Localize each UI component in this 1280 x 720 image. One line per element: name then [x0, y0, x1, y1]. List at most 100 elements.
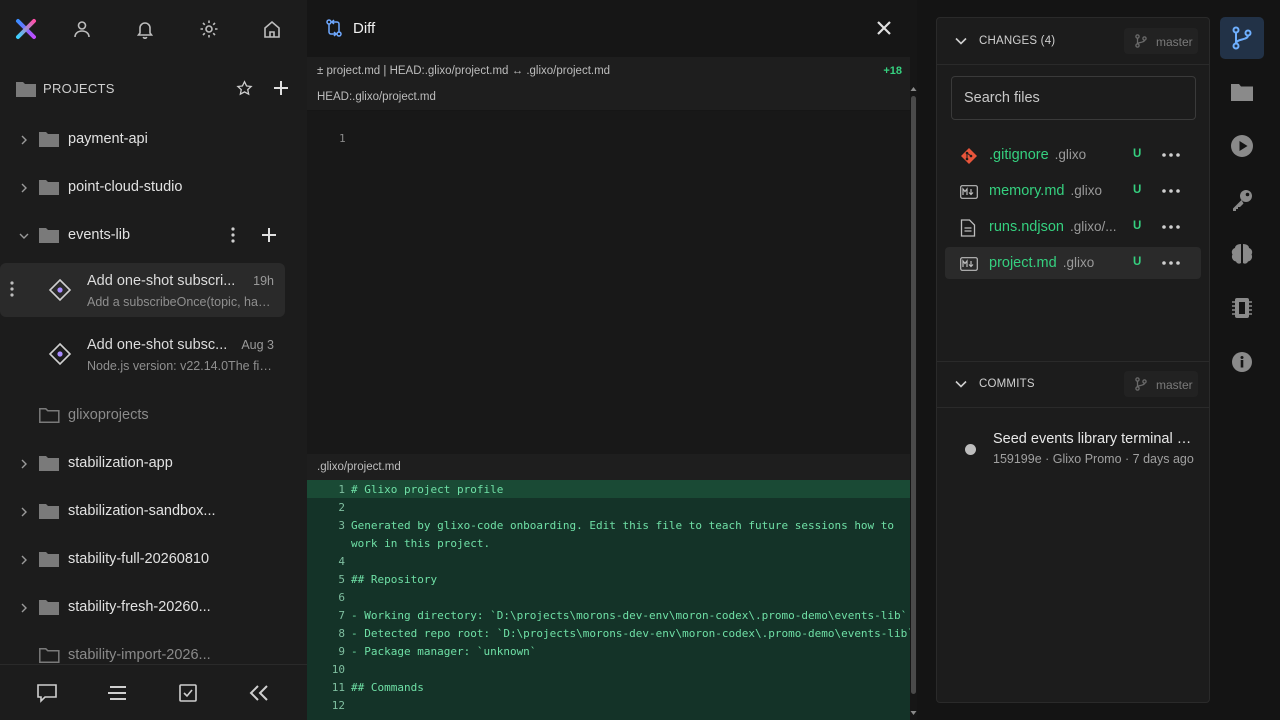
scroll-up-icon[interactable] — [910, 86, 917, 92]
user-icon[interactable] — [69, 16, 95, 42]
chip-icon — [1232, 298, 1252, 318]
kebab-menu-icon[interactable] — [9, 281, 15, 297]
branch-button[interactable]: master — [1124, 371, 1198, 397]
divider — [937, 64, 1209, 65]
memory-button[interactable] — [1220, 233, 1264, 275]
diff-line: 1 # Glixo project profile — [307, 480, 910, 498]
branch-button[interactable]: master — [1124, 28, 1198, 54]
project-name: glixoprojects — [68, 407, 149, 423]
project-row[interactable]: stability-full-20260810 — [0, 540, 307, 580]
chevron-right-icon[interactable] — [18, 458, 30, 470]
bell-icon[interactable] — [132, 16, 158, 42]
more-icon[interactable] — [1162, 153, 1180, 157]
left-sidebar: PROJECTS payment-api point-cloud-studio … — [0, 0, 307, 720]
line-text: # Glixo project profile — [351, 483, 504, 496]
changed-file-row[interactable]: runs.ndjson .glixo/... U — [945, 211, 1201, 243]
changed-file-row[interactable]: .gitignore .glixo U — [945, 139, 1201, 171]
add-project-icon[interactable] — [273, 80, 289, 96]
cpu-button[interactable] — [1220, 287, 1264, 329]
collapse-icon[interactable] — [247, 681, 271, 705]
session-item[interactable]: Add one-shot subsc... Aug 3 Node.js vers… — [0, 327, 285, 381]
folder-icon — [39, 132, 59, 147]
gear-icon[interactable] — [196, 16, 222, 42]
commit-meta: 159199e · Glixo Promo · 7 days ago — [993, 452, 1194, 466]
files-button[interactable] — [1220, 71, 1264, 113]
play-icon — [1231, 135, 1253, 157]
diff-panel: Diff ± project.md | HEAD:.glixo/project.… — [307, 0, 917, 720]
folder-icon — [39, 552, 59, 567]
app-logo[interactable] — [13, 16, 39, 42]
diff-path: ± project.md | HEAD:.glixo/project.md ↔ … — [317, 65, 611, 77]
chevron-down-icon[interactable] — [18, 230, 30, 242]
session-title: Add one-shot subsc... — [87, 337, 228, 353]
file-icon — [960, 219, 976, 237]
line-text: - Working directory: `D:\projects\morons… — [351, 609, 908, 622]
diff-line: 6 — [307, 588, 910, 606]
list-icon[interactable] — [105, 681, 129, 705]
scroll-down-icon[interactable] — [910, 710, 917, 716]
chat-icon[interactable] — [35, 681, 59, 705]
changed-file-row[interactable]: project.md .glixo U — [945, 247, 1201, 279]
keys-button[interactable] — [1220, 179, 1264, 221]
close-icon[interactable] — [875, 19, 893, 37]
diff-line: 8 - Detected repo root: `D:\projects\moro… — [307, 624, 910, 642]
session-diamond-icon — [48, 342, 72, 366]
project-row[interactable]: stability-import-2026... — [0, 636, 307, 664]
add-session-icon[interactable] — [261, 227, 277, 243]
project-name: stability-import-2026... — [68, 647, 211, 663]
home-icon[interactable] — [259, 16, 285, 42]
project-row[interactable]: glixoprojects — [0, 396, 307, 436]
file-name: project.md — [989, 255, 1057, 271]
commits-header[interactable]: COMMITS master — [937, 361, 1209, 407]
diff-line: 10 — [307, 660, 910, 678]
session-item[interactable]: Add one-shot subscri... 19h Add a subscr… — [0, 263, 285, 317]
folder-icon — [1231, 84, 1253, 101]
changed-file-row[interactable]: memory.md .glixo U — [945, 175, 1201, 207]
project-row-expanded[interactable]: events-lib — [0, 216, 307, 256]
line-number: 2 — [338, 501, 345, 514]
more-icon[interactable] — [1162, 225, 1180, 229]
star-icon[interactable] — [236, 80, 253, 97]
source-control-button[interactable] — [1220, 17, 1264, 59]
folder-outline-icon — [39, 648, 60, 663]
new-file-pane: 1 # Glixo project profile 2 3 Generated by g… — [307, 480, 910, 720]
project-row[interactable]: payment-api — [0, 120, 307, 160]
more-icon[interactable] — [1162, 189, 1180, 193]
project-row[interactable]: stabilization-sandbox... — [0, 492, 307, 532]
changes-header[interactable]: CHANGES (4) master — [937, 18, 1209, 64]
commit-title: Seed events library terminal d... — [993, 431, 1193, 447]
line-number: 1 — [338, 483, 345, 496]
chevron-right-icon[interactable] — [18, 506, 30, 518]
folder-icon — [39, 600, 59, 615]
diff-line: 3 Generated by glixo-code onboarding. Edi… — [307, 516, 910, 534]
run-button[interactable] — [1220, 125, 1264, 167]
project-name: stabilization-sandbox... — [68, 503, 216, 519]
commit-item[interactable]: Seed events library terminal d... 159199… — [937, 428, 1209, 472]
old-file-label: HEAD:.glixo/project.md — [307, 84, 910, 110]
project-row[interactable]: stabilization-app — [0, 444, 307, 484]
divider — [937, 407, 1209, 408]
project-name: stability-full-20260810 — [68, 551, 210, 567]
search-files-input[interactable]: Search files — [951, 76, 1196, 120]
line-text: - Detected repo root: `D:\projects\moron… — [351, 627, 910, 640]
scrollbar-thumb[interactable] — [911, 96, 916, 694]
line-number: 6 — [338, 591, 345, 604]
project-row[interactable]: point-cloud-studio — [0, 168, 307, 208]
checkbox-icon[interactable] — [176, 681, 200, 705]
folder-icon — [16, 82, 36, 97]
chevron-right-icon[interactable] — [18, 182, 30, 194]
info-icon — [1232, 352, 1252, 372]
file-name: memory.md — [989, 183, 1065, 199]
diff-scrollbar[interactable] — [910, 84, 917, 720]
chevron-down-icon[interactable] — [954, 377, 968, 391]
line-text: Generated by glixo-code onboarding. Edit… — [351, 519, 895, 532]
chevron-down-icon[interactable] — [954, 34, 968, 48]
more-icon[interactable] — [1162, 261, 1180, 265]
chevron-right-icon[interactable] — [18, 134, 30, 146]
chevron-right-icon[interactable] — [18, 602, 30, 614]
info-button[interactable] — [1220, 341, 1264, 383]
project-row[interactable]: stability-fresh-20260... — [0, 588, 307, 628]
chevron-right-icon[interactable] — [18, 554, 30, 566]
brain-icon — [1231, 244, 1253, 264]
kebab-menu-icon[interactable] — [230, 227, 236, 243]
